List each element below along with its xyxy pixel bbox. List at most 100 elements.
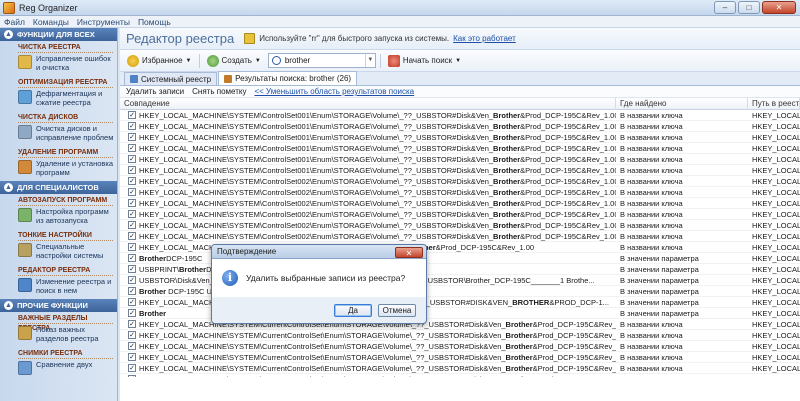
row-checkbox[interactable]: ✓ <box>128 155 136 163</box>
tab-system-registry[interactable]: Системный реестр <box>124 72 218 85</box>
match-fragment: HKEY_LOCAL_MACHINE\SYSTEM\CurrentControl… <box>139 330 506 340</box>
sidebar-section-header[interactable]: ▲ Функции для всех <box>0 28 117 41</box>
sidebar-item[interactable]: Сравнение двух <box>0 360 117 382</box>
sidebar-category[interactable]: Снимки реестра <box>18 349 113 359</box>
row-checkbox[interactable]: ✓ <box>128 210 136 218</box>
menu-help[interactable]: Помощь <box>138 17 171 27</box>
column-header-path[interactable]: Путь в реестре <box>748 98 800 110</box>
search-input[interactable]: brother ▼ <box>267 53 376 68</box>
unmark-button[interactable]: Снять пометку <box>192 87 246 96</box>
table-row[interactable]: ✓HKEY_LOCAL_MACHINE\SYSTEM\ControlSet002… <box>120 198 800 209</box>
create-button[interactable]: Создать ▼ <box>204 53 264 69</box>
menu-file[interactable]: Файл <box>4 17 25 27</box>
sidebar-item[interactable]: Специальные настройки системы <box>0 242 117 264</box>
row-checkbox[interactable]: ✓ <box>128 111 136 119</box>
where-cell: В названии ключа <box>620 133 683 142</box>
where-cell: В названии ключа <box>620 353 683 362</box>
close-window-button[interactable]: ✕ <box>762 1 796 14</box>
sidebar-item[interactable]: Исправление ошибок и очистка <box>0 54 117 76</box>
table-row[interactable]: ✓ HKEY_LOCAL_MACHINE\SYSTEM\ControlSet001… <box>120 143 800 154</box>
dialog-close-button[interactable]: ✕ <box>395 247 423 258</box>
tab-search-results[interactable]: Результаты поиска: brother (26) <box>218 71 358 85</box>
yes-button[interactable]: Да <box>334 303 372 317</box>
table-row[interactable]: ✓HKEY_LOCAL_MACHINE\SYSTEM\CurrentContro… <box>120 352 800 363</box>
sidebar-category[interactable]: Чистка дисков <box>18 113 113 123</box>
table-row[interactable]: ✓HKEY_LOCAL_MACHINE\SYSTEM\ControlSet002… <box>120 187 800 198</box>
narrow-results-link[interactable]: << Уменьшить область результатов поиска <box>254 87 414 96</box>
row-checkbox[interactable]: ✓ <box>128 133 136 141</box>
sidebar-item[interactable]: Удаление и установка программ <box>0 159 117 181</box>
sidebar-category[interactable]: Автозапуск программ <box>18 196 113 206</box>
sidebar-item-label: Удаление и установка программ <box>36 159 113 177</box>
toolbar: Избранное ▼ Создать ▼ brother ▼ Начать п… <box>120 50 800 72</box>
row-checkbox[interactable]: ✓ <box>128 243 136 251</box>
row-checkbox[interactable]: ✓ <box>128 177 136 185</box>
match-cell: ✓HKEY_LOCAL_MACHINE\SYSTEM\ControlSet002… <box>120 198 616 208</box>
table-row[interactable]: ✓HKEY_LOCAL_MACHINE\SYSTEM\CurrentContro… <box>120 330 800 341</box>
maximize-button[interactable]: □ <box>738 1 760 14</box>
favorites-button[interactable]: Избранное ▼ <box>124 53 195 69</box>
column-header-match[interactable]: Совпадение <box>120 98 616 110</box>
sidebar-category[interactable]: Оптимизация реестра <box>18 78 113 88</box>
search-dropdown-icon[interactable]: ▼ <box>364 54 375 67</box>
sidebar-item[interactable]: Настройка программ из автозапуска <box>0 207 117 229</box>
where-cell: В названии ключа <box>620 166 683 175</box>
row-checkbox[interactable]: ✓ <box>128 309 136 317</box>
table-row[interactable]: ✓ HKEY_LOCAL_MACHINE\SYSTEM\ControlSet001… <box>120 121 800 132</box>
table-row[interactable]: ✓HKEY_LOCAL_MACHINE\SYSTEM\CurrentContro… <box>120 363 800 374</box>
row-checkbox[interactable]: ✓ <box>128 144 136 152</box>
column-header-where[interactable]: Где найдено <box>616 98 748 110</box>
row-checkbox[interactable]: ✓ <box>128 331 136 339</box>
window-controls: – □ ✕ <box>714 1 796 14</box>
sidebar-category[interactable]: Редактор реестра <box>18 266 113 276</box>
row-checkbox[interactable]: ✓ <box>128 122 136 130</box>
row-checkbox[interactable]: ✓ <box>128 364 136 372</box>
sidebar-item[interactable]: Показ важных разделов реестра <box>0 325 117 347</box>
how-it-works-link[interactable]: Как это работает <box>453 34 516 43</box>
table-row[interactable]: ✓HKEY_LOCAL_MACHINE\SYSTEM\CurrentContro… <box>120 341 800 352</box>
sidebar-item[interactable]: Дефрагментация и сжатие реестра <box>0 89 117 111</box>
sidebar-section-header[interactable]: ▲ Для специалистов <box>0 181 117 194</box>
row-checkbox[interactable]: ✓ <box>128 342 136 350</box>
row-checkbox[interactable]: ✓ <box>128 320 136 328</box>
tool-icon <box>18 160 32 174</box>
row-checkbox[interactable]: ✓ <box>128 353 136 361</box>
minimize-button[interactable]: – <box>714 1 736 14</box>
sidebar-item[interactable]: Изменение реестра и поиск в нем <box>0 277 117 299</box>
delete-records-button[interactable]: Удалить записи <box>126 87 184 96</box>
row-checkbox[interactable]: ✓ <box>128 276 136 284</box>
start-search-button[interactable]: Начать поиск ▼ <box>385 53 464 69</box>
tool-icon <box>18 326 32 340</box>
row-checkbox[interactable]: ✓ <box>128 265 136 273</box>
sidebar-item[interactable]: Очистка дисков и исправление проблем <box>0 124 117 146</box>
row-checkbox[interactable]: ✓ <box>128 166 136 174</box>
row-checkbox[interactable]: ✓ <box>128 375 136 377</box>
row-checkbox[interactable]: ✓ <box>128 287 136 295</box>
table-row[interactable]: ✓HKEY_LOCAL_MACHINE\SYSTEM\ControlSet002… <box>120 220 800 231</box>
row-checkbox[interactable]: ✓ <box>128 221 136 229</box>
search-results-icon <box>224 74 233 83</box>
sidebar-category[interactable]: Тонкие настройки <box>18 231 113 241</box>
row-checkbox[interactable]: ✓ <box>128 232 136 240</box>
menu-commands[interactable]: Команды <box>33 17 69 27</box>
where-cell: В названии ключа <box>620 221 683 230</box>
table-row[interactable]: ✓ HKEY_LOCAL_MACHINE\SYSTEM\ControlSet001… <box>120 154 800 165</box>
cancel-button[interactable]: Отмена <box>378 303 416 317</box>
row-checkbox[interactable]: ✓ <box>128 188 136 196</box>
table-row[interactable]: ✓HKEY_LOCAL_MACHINE\SYSTEM\CurrentContro… <box>120 374 800 377</box>
table-row[interactable]: ✓ HKEY_LOCAL_MACHINE\SYSTEM\ControlSet001… <box>120 110 800 121</box>
row-checkbox[interactable]: ✓ <box>128 298 136 306</box>
row-checkbox[interactable]: ✓ <box>128 254 136 262</box>
sidebar: ▲ Функции для всех Чистка реестра Исправлен… <box>0 28 118 401</box>
table-row[interactable]: ✓ HKEY_LOCAL_MACHINE\SYSTEM\ControlSet001… <box>120 132 800 143</box>
sidebar-section-header[interactable]: ▲ Прочие функции <box>0 299 117 312</box>
sidebar-category[interactable]: Важные разделы реестра <box>18 314 113 332</box>
table-row[interactable]: ✓ HKEY_LOCAL_MACHINE\SYSTEM\ControlSet001… <box>120 165 800 176</box>
table-row[interactable]: ✓HKEY_LOCAL_MACHINE\SYSTEM\ControlSet002… <box>120 209 800 220</box>
sidebar-category[interactable]: Чистка реестра <box>18 43 113 53</box>
row-checkbox[interactable]: ✓ <box>128 199 136 207</box>
sidebar-category[interactable]: Удаление программ <box>18 148 113 158</box>
menu-tools[interactable]: Инструменты <box>77 17 130 27</box>
table-row[interactable]: ✓HKEY_LOCAL_MACHINE\SYSTEM\ControlSet002… <box>120 231 800 242</box>
table-row[interactable]: ✓HKEY_LOCAL_MACHINE\SYSTEM\ControlSet002… <box>120 176 800 187</box>
